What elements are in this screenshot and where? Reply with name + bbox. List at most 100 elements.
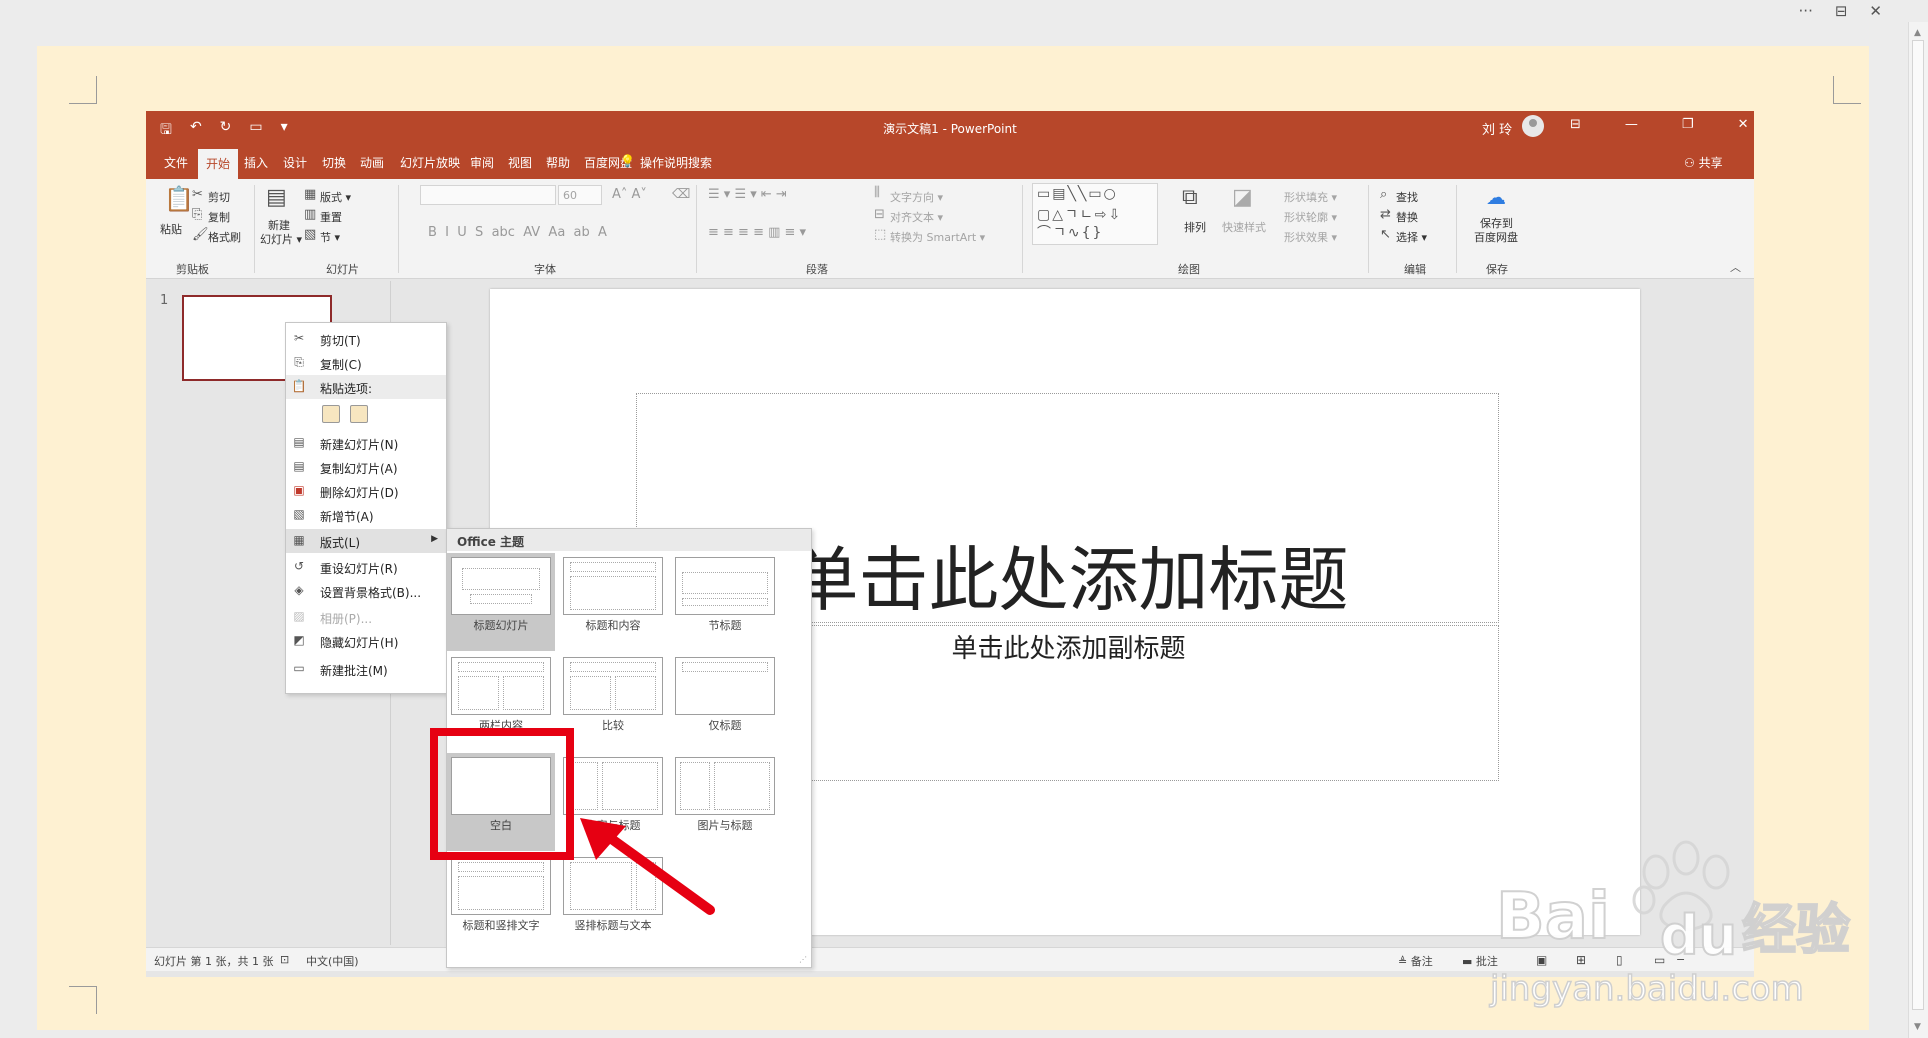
layout-title-content[interactable]: 标题和内容 [559, 553, 667, 651]
language[interactable]: 中文(中国) [306, 953, 359, 969]
list-icons[interactable]: ☰ ▾ ☰ ▾ ⇤ ⇥ [708, 187, 787, 202]
font-size-input[interactable]: 60 [558, 185, 602, 205]
paste-icon[interactable]: 📋 [164, 185, 194, 213]
paste-keep-formatting-icon[interactable] [322, 405, 340, 423]
shapes-gallery[interactable]: ▭▤╲╲▭○ ▢△ㄱㄴ⇨⇩ ⌒ㄱ∿{} [1032, 183, 1158, 245]
delete-slide-icon: ▣ [293, 483, 305, 497]
layout-thumbnail [563, 757, 663, 815]
smartart-button[interactable]: 转换为 SmartArt ▾ [890, 229, 985, 245]
menu-item-reset-slide[interactable]: ↺ 重设幻灯片(R) [286, 555, 446, 579]
viewer-toolbar: ··· ⊟ ✕ [1799, 2, 1882, 24]
menu-item-paste-options: 📋 粘贴选项: [286, 375, 446, 399]
menu-item-delete-slide[interactable]: ▣ 删除幻灯片(D) [286, 479, 446, 503]
layout-comparison[interactable]: 比较 [559, 653, 667, 751]
tab-transitions[interactable]: 切换 [322, 154, 346, 171]
layout-title-vertical-text[interactable]: 标题和竖排文字 [447, 853, 555, 951]
tab-home[interactable]: 开始 [198, 149, 239, 179]
tab-animations[interactable]: 动画 [360, 154, 384, 171]
arrange-button[interactable]: 排列 [1184, 219, 1206, 235]
font-name-input[interactable] [420, 185, 556, 205]
shapes-icons-row2[interactable]: ▢△ㄱㄴ⇨⇩ [1037, 204, 1122, 224]
tab-review[interactable]: 审阅 [470, 154, 494, 171]
grow-font-icon[interactable]: A˄ A˅ [612, 187, 647, 202]
new-slide-icon[interactable]: ▤ [266, 185, 287, 210]
font-format-icons[interactable]: B I U S abc AV Aa ab A [428, 225, 607, 240]
text-direction-icon: ⫼ [874, 185, 880, 200]
tab-insert[interactable]: 插入 [244, 154, 268, 171]
new-slide-label-2[interactable]: 幻灯片 ▾ [260, 231, 302, 247]
layout-button[interactable]: 版式 ▾ [320, 189, 351, 205]
tab-design[interactable]: 设计 [283, 154, 307, 171]
layout-title-slide[interactable]: 标题幻灯片 [447, 553, 555, 651]
text-direction-button[interactable]: 文字方向 ▾ [890, 189, 943, 205]
arrange-icon[interactable]: ⧉ [1182, 185, 1198, 210]
paste-button[interactable]: 粘贴 [160, 221, 182, 237]
user-name[interactable]: 刘 玲 [1482, 119, 1512, 138]
thumbnail-number: 1 [160, 293, 169, 308]
select-icon: ↖ [1380, 227, 1391, 242]
copy-icon: ⎘ [294, 355, 304, 369]
menu-item-duplicate-slide[interactable]: ▤ 复制幻灯片(A) [286, 455, 446, 479]
clear-format-icon[interactable]: ⌫ [672, 187, 690, 202]
close-window-icon[interactable]: ✕ [1738, 117, 1749, 132]
ribbon-display-icon[interactable]: ⊟ [1570, 117, 1581, 132]
shape-fill-button[interactable]: 形状填充 ▾ [1284, 189, 1337, 205]
format-painter-button[interactable]: 格式刷 [208, 229, 241, 245]
minimize-icon[interactable]: — [1625, 117, 1638, 132]
tab-help[interactable]: 帮助 [546, 154, 570, 171]
menu-item-new-comment[interactable]: ▭ 新建批注(M) [286, 657, 446, 681]
save-to-label-2[interactable]: 百度网盘 [1474, 229, 1518, 245]
crop-mark-bottom-left [69, 986, 97, 1014]
baidu-cloud-icon[interactable]: ☁ [1486, 185, 1506, 209]
replace-button[interactable]: 替换 [1396, 209, 1418, 225]
select-button[interactable]: 选择 ▾ [1396, 229, 1427, 245]
menu-item-add-section[interactable]: ▧ 新增节(A) [286, 503, 446, 527]
avatar[interactable] [1522, 115, 1544, 137]
section-icon: ▧ [304, 227, 317, 242]
shape-outline-button[interactable]: 形状轮廓 ▾ [1284, 209, 1337, 225]
quick-styles-button[interactable]: 快速样式 [1222, 219, 1266, 235]
group-save-label: 保存 [1486, 263, 1508, 276]
section-button[interactable]: 节 ▾ [320, 229, 340, 245]
reset-icon: ▥ [304, 207, 317, 222]
more-icon[interactable]: ··· [1799, 2, 1813, 24]
align-icons[interactable]: ≡ ≡ ≡ ≡ ▥ ≡ ▾ [708, 225, 806, 240]
paste-picture-icon[interactable] [350, 405, 368, 423]
ribbon-tabs: 文件 开始 插入 设计 切换 动画 幻灯片放映 审阅 视图 帮助 百度网盘 💡 … [146, 145, 1754, 179]
section-icon: ▧ [293, 507, 305, 521]
spellcheck-icon[interactable]: ⊡ [280, 953, 289, 966]
share-button[interactable]: ⚇ 共享 [1684, 154, 1723, 171]
tab-file[interactable]: 文件 [164, 154, 188, 171]
find-button[interactable]: 查找 [1396, 189, 1418, 205]
quick-styles-icon[interactable]: ◪ [1232, 185, 1253, 210]
tab-view[interactable]: 视图 [508, 154, 532, 171]
menu-item-layout[interactable]: ▦ 版式(L) ▶ [286, 529, 446, 553]
menu-item-hide-slide[interactable]: ◩ 隐藏幻灯片(H) [286, 629, 446, 653]
restore-icon[interactable]: ❐ [1682, 117, 1694, 132]
tell-me-search[interactable]: 操作说明搜索 [640, 154, 712, 171]
menu-item-copy[interactable]: ⎘ 复制(C) [286, 351, 446, 375]
align-text-button[interactable]: 对齐文本 ▾ [890, 209, 943, 225]
layout-title-only[interactable]: 仅标题 [671, 653, 779, 751]
layout-section-header[interactable]: 节标题 [671, 553, 779, 651]
shapes-icons[interactable]: ▭▤╲╲▭○ [1037, 186, 1118, 202]
copy-button[interactable]: 复制 [208, 209, 230, 225]
viewer-scroll-thumb[interactable] [1912, 40, 1924, 1010]
format-painter-icon: 🖌 [192, 227, 209, 242]
notes-button[interactable]: ≜ 备注 [1398, 953, 1433, 969]
tab-slideshow[interactable]: 幻灯片放映 [400, 154, 460, 171]
close-icon[interactable]: ✕ [1869, 2, 1882, 24]
window-icon[interactable]: ⊟ [1835, 2, 1848, 24]
menu-item-new-slide[interactable]: ▤ 新建幻灯片(N) [286, 431, 446, 455]
menu-item-cut[interactable]: ✂ 剪切(T) [286, 327, 446, 351]
cut-button[interactable]: 剪切 [208, 189, 230, 205]
shape-effects-button[interactable]: 形状效果 ▾ [1284, 229, 1337, 245]
reset-button[interactable]: 重置 [320, 209, 342, 225]
shapes-icons-row3[interactable]: ⌒ㄱ∿{} [1037, 222, 1103, 242]
scroll-up-icon[interactable]: ▲ [1914, 28, 1921, 38]
menu-item-format-background[interactable]: ◈ 设置背景格式(B)... [286, 579, 446, 603]
resize-grip-icon[interactable]: ⋰ [799, 955, 807, 964]
collapse-ribbon-icon[interactable]: ︿ [1730, 259, 1741, 275]
scroll-down-icon[interactable]: ▼ [1914, 1022, 1921, 1032]
submenu-arrow-icon: ▶ [431, 534, 438, 544]
